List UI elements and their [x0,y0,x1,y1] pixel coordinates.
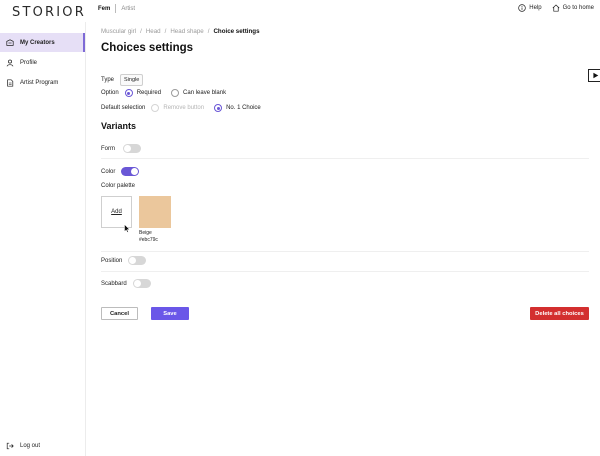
info-icon [518,4,527,12]
color-palette-label: Color palette [101,183,136,189]
creators-icon [6,38,14,46]
logout-icon [6,442,14,450]
logout-label: Log out [20,443,41,449]
type-label: Type [101,77,115,83]
sidebar-item-profile[interactable]: Profile [0,53,85,72]
radio-selected-icon [124,89,133,97]
option-blank-label: Can leave blank [183,90,227,96]
help-link[interactable]: Help [518,4,542,12]
color-toggle[interactable] [121,167,140,176]
divider [101,251,589,252]
type-row: Type Single [101,74,144,86]
home-icon [552,4,560,12]
breadcrumb: Muscular girl / Head / Head shape / Choi… [101,28,260,35]
mouse-cursor-icon [124,224,130,233]
option-row: Option Required Can leave blank [101,89,236,97]
breadcrumb-separator: / [164,28,167,35]
user-icon [6,59,14,67]
go-home-link[interactable]: Go to home [552,4,594,12]
color-swatch-beige[interactable] [139,196,171,228]
page-title: Choices settings [101,42,194,54]
top-tabs: Fem Artist [98,4,140,13]
sidebar-item-label: My Creators [20,39,55,46]
swatch-caption: Beige #ebc79c [139,230,158,243]
play-icon [592,72,598,79]
default-choice-label: No. 1 Choice [226,105,261,111]
default-remove-label: Remove button [163,105,205,111]
option-blank-radio[interactable]: Can leave blank [171,89,226,97]
go-home-label: Go to home [562,5,594,11]
form-label: Form [101,145,115,152]
breadcrumb-separator: / [207,28,210,35]
position-row: Position [101,256,147,265]
radio-unselected-icon [171,89,180,97]
play-button[interactable] [588,69,600,82]
color-row: Color [101,167,140,176]
sidebar-item-label: Profile [20,59,38,66]
option-required-label: Required [136,90,162,96]
color-label: Color [101,168,116,175]
position-label: Position [101,257,123,264]
form-row: Form [101,144,141,153]
sidebar-item-artist-program[interactable]: Artist Program [0,73,85,92]
app-window: STORIOR Fem Artist Help Go to home My Cr… [0,0,600,456]
default-choice-radio[interactable]: No. 1 Choice [214,104,261,112]
option-required-radio[interactable]: Required [124,89,162,97]
scabbard-toggle[interactable] [132,279,151,288]
sidebar-item-label: Artist Program [20,79,59,86]
radio-selected-icon [214,104,223,112]
save-button[interactable]: Save [151,307,189,320]
breadcrumb-item[interactable]: Muscular girl [101,28,136,35]
logo[interactable]: STORIOR [12,5,86,20]
top-right-links: Help Go to home [518,4,594,12]
logout-button[interactable]: Log out [6,442,40,450]
sidebar-item-my-creators[interactable]: My Creators [0,33,85,52]
default-remove-radio: Remove button [151,104,204,112]
tab-fem[interactable]: Fem [98,6,115,12]
sidebar: My Creators Profile Artist Program Log o… [0,22,86,456]
tab-artist[interactable]: Artist [116,6,140,12]
logo-text: STORIOR [12,5,86,20]
default-selection-label: Default selection [101,105,146,111]
scabbard-row: Scabbard [101,279,151,288]
breadcrumb-separator: / [140,28,142,35]
default-selection-row: Default selection Remove button No. 1 Ch… [101,104,271,112]
breadcrumb-item[interactable]: Head shape [170,28,203,35]
form-toggle[interactable] [123,144,141,153]
cancel-button[interactable]: Cancel [101,307,138,320]
main-content: Muscular girl / Head / Head shape / Choi… [86,22,600,456]
scabbard-label: Scabbard [101,280,127,287]
swatch-hex: #ebc79c [139,236,158,243]
variants-title: Variants [101,121,137,131]
divider [101,271,589,272]
document-icon [7,78,14,87]
delete-all-choices-button[interactable]: Delete all choices [530,307,589,320]
option-label: Option [101,90,119,96]
radio-disabled-icon [151,104,160,112]
help-label: Help [529,5,542,11]
top-bar: STORIOR Fem Artist Help Go to home [0,0,600,22]
breadcrumb-current: Choice settings [213,28,260,35]
type-value-badge[interactable]: Single [120,74,144,86]
divider [101,158,589,159]
breadcrumb-item[interactable]: Head [146,28,161,35]
position-toggle[interactable] [128,256,147,265]
